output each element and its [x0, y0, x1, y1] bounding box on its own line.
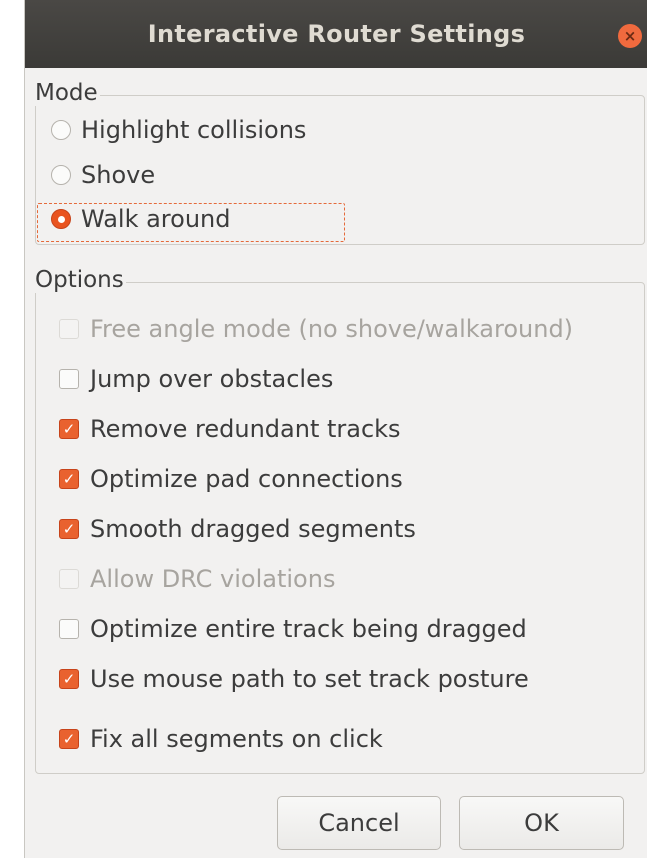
checkbox[interactable]: ✓: [59, 729, 79, 749]
radio-label: Walk around: [81, 205, 231, 233]
checkbox-free-angle-mode: Free angle mode (no shove/walkaround): [59, 315, 573, 343]
title-bar[interactable]: Interactive Router Settings ×: [25, 0, 647, 68]
close-icon[interactable]: ×: [618, 24, 642, 48]
checkbox[interactable]: [59, 619, 79, 639]
radio-label: Highlight collisions: [81, 116, 307, 144]
checkbox-label: Free angle mode (no shove/walkaround): [90, 315, 574, 343]
dialog-title: Interactive Router Settings: [147, 20, 526, 48]
checkbox-allow-drc-violations: Allow DRC violations: [59, 565, 335, 593]
radio-shove[interactable]: Shove: [51, 161, 155, 189]
radio-highlight-collisions[interactable]: Highlight collisions: [51, 116, 306, 144]
checkbox-label: Smooth dragged segments: [90, 515, 416, 543]
checkbox-optimize-entire-track[interactable]: Optimize entire track being dragged: [59, 615, 527, 643]
checkbox-optimize-pad-connections[interactable]: ✓ Optimize pad connections: [59, 465, 403, 493]
options-group-label: Options: [35, 267, 126, 293]
checkbox[interactable]: ✓: [59, 469, 79, 489]
radio-button[interactable]: [51, 209, 71, 229]
radio-label: Shove: [81, 161, 156, 189]
router-settings-dialog: Interactive Router Settings × Mode Highl…: [24, 0, 647, 858]
checkbox: [59, 319, 79, 339]
cancel-button[interactable]: Cancel: [277, 796, 441, 850]
checkbox-label: Jump over obstacles: [90, 365, 334, 393]
checkbox-label: Use mouse path to set track posture: [90, 665, 529, 693]
checkbox-label: Remove redundant tracks: [90, 415, 401, 443]
checkbox-smooth-dragged-segments[interactable]: ✓ Smooth dragged segments: [59, 515, 416, 543]
checkbox-label: Allow DRC violations: [90, 565, 336, 593]
checkbox-label: Fix all segments on click: [90, 725, 383, 753]
checkbox[interactable]: ✓: [59, 669, 79, 689]
mode-group-label: Mode: [35, 80, 100, 106]
ok-button[interactable]: OK: [459, 796, 624, 850]
checkbox-fix-all-segments[interactable]: ✓ Fix all segments on click: [59, 725, 383, 753]
checkbox[interactable]: ✓: [59, 519, 79, 539]
radio-button[interactable]: [51, 165, 71, 185]
radio-button[interactable]: [51, 120, 71, 140]
checkbox-label: Optimize entire track being dragged: [90, 615, 527, 643]
radio-walk-around[interactable]: Walk around: [51, 205, 230, 233]
checkbox-use-mouse-path[interactable]: ✓ Use mouse path to set track posture: [59, 665, 529, 693]
checkbox-remove-redundant-tracks[interactable]: ✓ Remove redundant tracks: [59, 415, 401, 443]
checkbox-jump-over-obstacles[interactable]: Jump over obstacles: [59, 365, 333, 393]
checkbox-label: Optimize pad connections: [90, 465, 403, 493]
checkbox[interactable]: ✓: [59, 419, 79, 439]
checkbox[interactable]: [59, 369, 79, 389]
checkbox: [59, 569, 79, 589]
